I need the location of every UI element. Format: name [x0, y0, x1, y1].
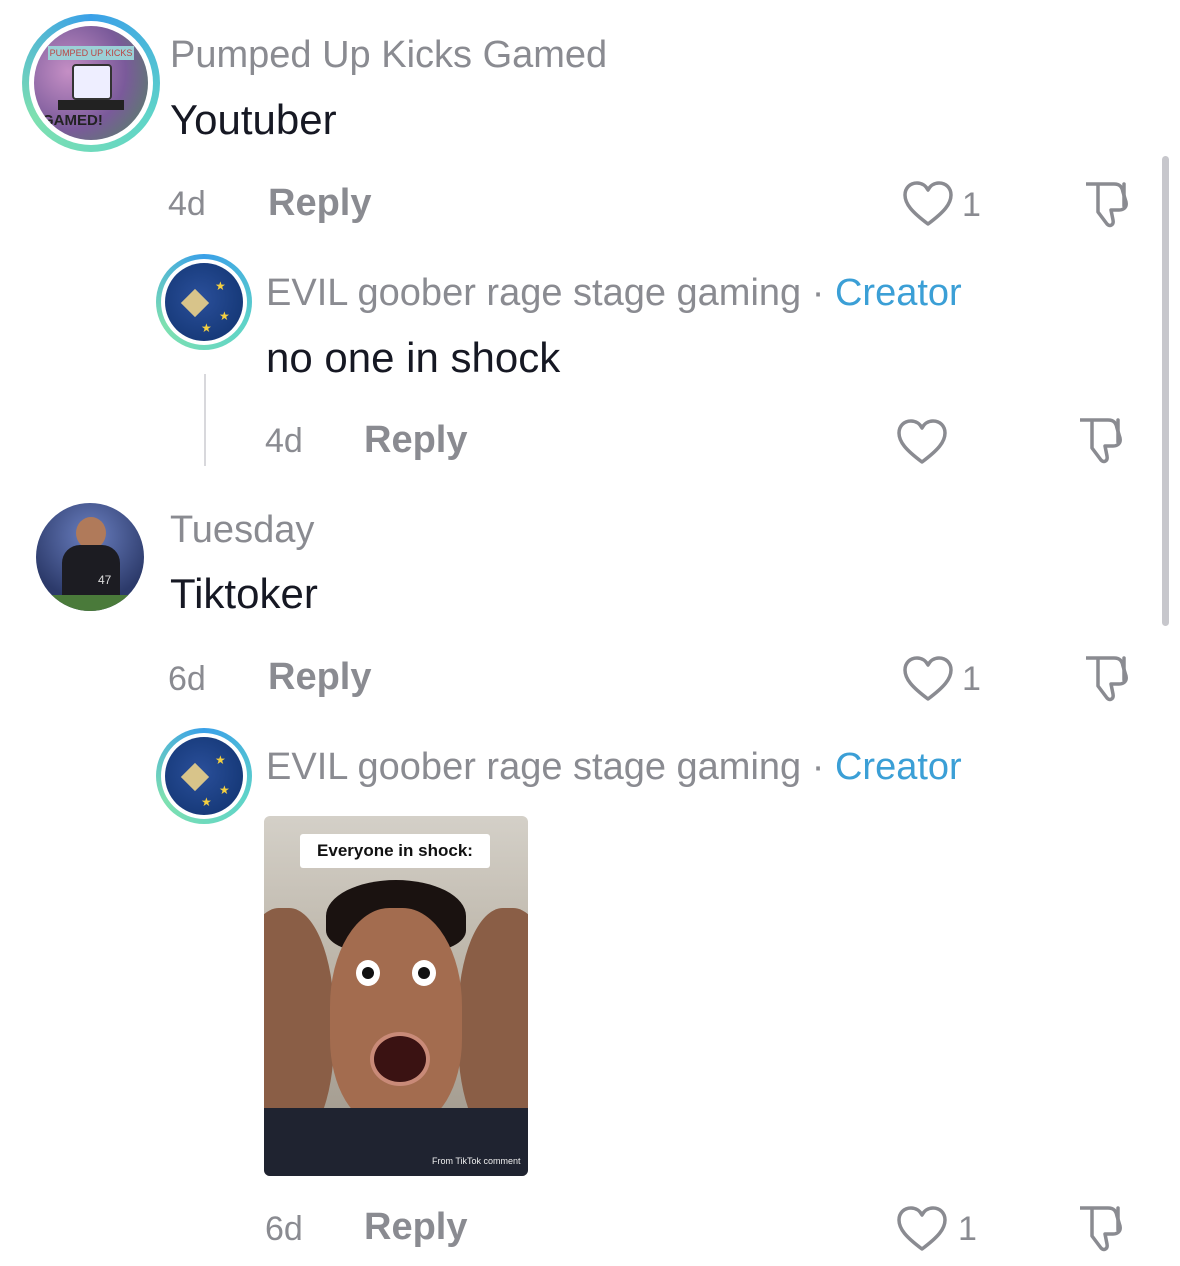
heart-outline-icon	[903, 656, 953, 701]
media-eye-right	[412, 960, 436, 986]
avatar[interactable]: 47	[36, 503, 144, 611]
reply-button[interactable]: Reply	[364, 1206, 467, 1249]
like-count: 1	[962, 660, 981, 698]
avatar-text-top: PUMPED UP KICKS	[48, 46, 134, 60]
heart-outline-icon	[903, 181, 953, 226]
dislike-button[interactable]	[1080, 652, 1136, 704]
reply-button[interactable]: Reply	[268, 182, 371, 225]
star-icon: ★	[219, 783, 230, 797]
avatar-story-ring[interactable]: ★ ★ ★	[156, 728, 252, 824]
media-caption: Everyone in shock:	[300, 834, 490, 868]
comment-text: Youtuber	[170, 96, 337, 143]
like-button[interactable]	[896, 418, 948, 466]
creator-badge: Creator	[834, 272, 962, 314]
media-eye-left	[356, 960, 380, 986]
comment-username-line: EVIL goober rage stage gaming · Creator	[266, 746, 962, 789]
dislike-button[interactable]	[1074, 414, 1130, 466]
dislike-button[interactable]	[1080, 178, 1136, 230]
media-mouth	[370, 1032, 430, 1086]
reply-button[interactable]: Reply	[364, 419, 467, 462]
comment-username[interactable]: EVIL goober rage stage gaming	[266, 272, 801, 314]
avatar: ★ ★ ★	[165, 737, 243, 815]
like-count: 1	[962, 186, 981, 224]
separator-dot: ·	[811, 746, 825, 788]
comment-text: Tiktoker	[170, 570, 318, 617]
scrollbar-thumb[interactable]	[1162, 156, 1169, 626]
like-button[interactable]	[902, 655, 954, 703]
star-icon: ★	[201, 795, 212, 809]
dislike-button[interactable]	[1074, 1202, 1130, 1254]
comment-time: 4d	[168, 185, 206, 223]
media-watermark: From TikTok comment	[432, 1156, 521, 1166]
comment-time: 6d	[168, 660, 206, 698]
like-button[interactable]	[902, 180, 954, 228]
comment-username[interactable]: Tuesday	[170, 509, 314, 552]
avatar-emblem	[180, 288, 210, 318]
avatar-emblem	[180, 762, 210, 792]
reply-button[interactable]: Reply	[268, 656, 371, 699]
avatar: PUMPED UP KICKS GAMED!	[34, 26, 148, 140]
heart-outline-icon	[897, 1206, 947, 1251]
media-face-main	[330, 908, 462, 1126]
avatar-story-ring[interactable]: PUMPED UP KICKS GAMED!	[22, 14, 160, 152]
like-button[interactable]	[896, 1205, 948, 1253]
comment-text: no one in shock	[266, 334, 561, 381]
thumbs-down-icon	[1080, 418, 1122, 464]
avatar-pitch	[36, 595, 144, 611]
avatar-jersey-number: 47	[98, 573, 112, 587]
thread-line	[204, 374, 206, 466]
comment-media-image[interactable]: Everyone in shock: From TikTok comment	[264, 816, 528, 1176]
avatar-stripe	[58, 100, 124, 110]
avatar-robot-face	[72, 64, 112, 100]
star-icon: ★	[219, 309, 230, 323]
star-icon: ★	[201, 321, 212, 335]
creator-badge: Creator	[834, 746, 962, 788]
avatar-text-bottom: GAMED!	[42, 112, 103, 129]
comment-username[interactable]: Pumped Up Kicks Gamed	[170, 34, 607, 77]
avatar: ★ ★ ★	[165, 263, 243, 341]
thumbs-down-icon	[1086, 182, 1128, 228]
thumbs-down-icon	[1086, 656, 1128, 702]
heart-outline-icon	[897, 419, 947, 464]
avatar-story-ring[interactable]: ★ ★ ★	[156, 254, 252, 350]
star-icon: ★	[215, 753, 226, 767]
star-icon: ★	[215, 279, 226, 293]
comment-time: 6d	[265, 1210, 303, 1248]
separator-dot: ·	[811, 272, 825, 314]
comment-username-line: EVIL goober rage stage gaming · Creator	[266, 272, 962, 315]
like-count: 1	[958, 1210, 977, 1248]
thumbs-down-icon	[1080, 1206, 1122, 1252]
comment-time: 4d	[265, 422, 303, 460]
comment-username[interactable]: EVIL goober rage stage gaming	[266, 746, 801, 788]
